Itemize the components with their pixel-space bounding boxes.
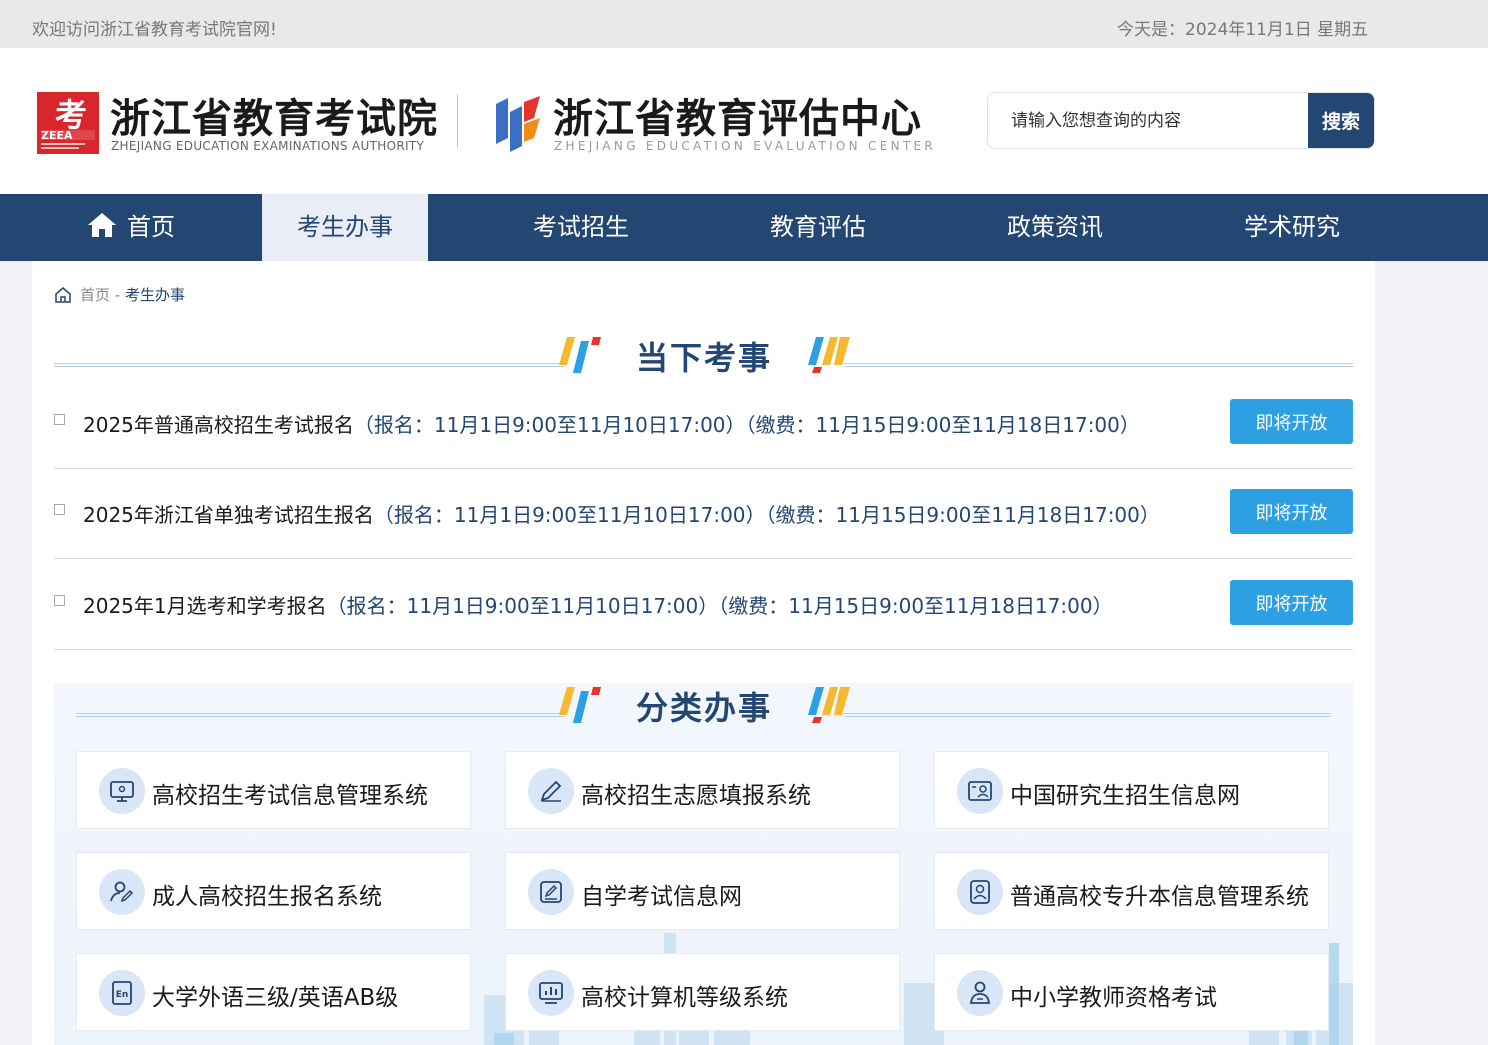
- computer-chart-icon: [528, 970, 574, 1016]
- exam-payment-period: （缴费：11月15日9:00至11月18日17:00）: [765, 503, 1160, 527]
- breadcrumb-home-link[interactable]: 首页: [80, 284, 110, 305]
- category-services: 分类办事 高校招生考试信息管理系统 高校招生志愿填报系统 中国研究生招生信息网 …: [54, 683, 1353, 1045]
- center-name-en: ZHEJIANG EDUCATION EVALUATION CENTER: [554, 139, 937, 153]
- search-button[interactable]: 搜索: [1308, 93, 1374, 148]
- category-label: 高校招生考试信息管理系统: [152, 783, 428, 809]
- coming-soon-button[interactable]: 即将开放: [1230, 399, 1353, 444]
- nav-item-label: 考试招生: [533, 213, 629, 241]
- exam-payment-period: （缴费：11月15日9:00至11月18日17:00）: [718, 594, 1113, 618]
- nav-item-home[interactable]: 首页: [0, 194, 262, 261]
- welcome-text: 欢迎访问浙江省教育考试院官网!: [32, 20, 277, 40]
- nav-item-academic-research[interactable]: 学术研究: [1174, 194, 1410, 261]
- category-card[interactable]: 高校招生考试信息管理系统: [76, 751, 471, 829]
- header-rule: [76, 713, 564, 717]
- user-edit-icon: [99, 869, 145, 915]
- authority-name-en: ZHEJIANG EDUCATION EXAMINATIONS AUTHORIT…: [111, 139, 425, 153]
- exam-text[interactable]: 2025年浙江省单独考试招生报名（报名：11月1日9:00至11月10日17:0…: [83, 499, 1160, 528]
- category-label: 成人高校招生报名系统: [152, 884, 382, 910]
- coming-soon-button[interactable]: 即将开放: [1230, 580, 1353, 625]
- exam-item: 2025年普通高校招生考试报名（报名：11月1日9:00至11月10日17:00…: [54, 379, 1353, 469]
- nav-item-policy-news[interactable]: 政策资讯: [936, 194, 1174, 261]
- svg-text:En: En: [116, 990, 129, 1000]
- search-box: 搜索: [987, 92, 1375, 149]
- current-date: 今天是：2024年11月1日 星期五: [1117, 20, 1369, 40]
- student-card-icon: [957, 768, 1003, 814]
- breadcrumb-current: 考生办事: [124, 286, 185, 304]
- bullet-square-icon: [54, 595, 65, 606]
- category-label: 高校招生志愿填报系统: [581, 783, 811, 809]
- category-card[interactable]: En 大学外语三级/英语AB级: [76, 953, 471, 1031]
- nav-item-label: 政策资讯: [1007, 213, 1103, 241]
- home-icon: [88, 213, 116, 237]
- nav-item-education-evaluation[interactable]: 教育评估: [700, 194, 936, 261]
- pen-icon: [528, 768, 574, 814]
- category-card[interactable]: 自学考试信息网: [505, 852, 900, 930]
- header-rule: [844, 363, 1353, 367]
- category-card[interactable]: 中国研究生招生信息网: [934, 751, 1329, 829]
- category-label: 中小学教师资格考试: [1010, 985, 1217, 1011]
- category-card[interactable]: 成人高校招生报名系统: [76, 852, 471, 930]
- category-card[interactable]: 高校计算机等级系统: [505, 953, 900, 1031]
- logo1-mark-abbr: ZEEA: [41, 129, 73, 142]
- id-badge-icon: [957, 869, 1003, 915]
- top-bar: 欢迎访问浙江省教育考试院官网! 今天是：2024年11月1日 星期五: [0, 0, 1488, 48]
- header-rule: [844, 713, 1331, 717]
- category-card[interactable]: 高校招生志愿填报系统: [505, 751, 900, 829]
- monitor-icon: [99, 768, 145, 814]
- exam-text[interactable]: 2025年普通高校招生考试报名（报名：11月1日9:00至11月10日17:00…: [83, 409, 1140, 438]
- stripes-decor-icon: [808, 337, 850, 373]
- site-header: 考 ZEEA 浙江省教育考试院 ZHEJIANG EDUCATION EXAMI…: [0, 48, 1488, 194]
- header-rule: [54, 363, 564, 367]
- exam-name: 2025年浙江省单独考试招生报名: [83, 503, 374, 527]
- main-nav: 首页 考生办事 考试招生 教育评估 政策资讯 学术研究: [0, 194, 1488, 261]
- zeea-logo-icon[interactable]: 考 ZEEA: [37, 92, 99, 154]
- center-name-cn[interactable]: 浙江省教育评估中心: [553, 86, 922, 144]
- nav-item-label: 学术研究: [1244, 213, 1340, 241]
- exam-name: 2025年1月选考和学考报名: [83, 594, 327, 618]
- section-title: 分类办事: [635, 689, 772, 727]
- category-label: 大学外语三级/英语AB级: [152, 985, 399, 1011]
- exam-register-period: （报名：11月1日9:00至11月10日17:00）: [373, 503, 766, 527]
- exam-text[interactable]: 2025年1月选考和学考报名（报名：11月1日9:00至11月10日17:00）…: [83, 590, 1113, 619]
- category-label: 中国研究生招生信息网: [1010, 783, 1240, 809]
- exam-register-period: （报名：11月1日9:00至11月10日17:00）: [326, 594, 719, 618]
- nav-item-label: 考生办事: [297, 213, 393, 241]
- bullet-square-icon: [54, 414, 65, 425]
- home-outline-icon: [55, 286, 71, 303]
- coming-soon-button[interactable]: 即将开放: [1230, 489, 1353, 534]
- bullet-square-icon: [54, 504, 65, 515]
- breadcrumb-separator: -: [110, 285, 125, 304]
- category-label: 普通高校专升本信息管理系统: [1010, 884, 1309, 910]
- logo-divider: [457, 94, 458, 148]
- english-doc-icon: En: [99, 970, 145, 1016]
- evaluation-center-logo-icon[interactable]: [494, 94, 542, 154]
- category-card[interactable]: 中小学教师资格考试: [934, 953, 1329, 1031]
- nav-item-candidate-services[interactable]: 考生办事: [262, 194, 428, 261]
- category-label: 高校计算机等级系统: [581, 985, 788, 1011]
- category-header: 分类办事: [76, 683, 1331, 733]
- nav-item-exams-admissions[interactable]: 考试招生: [462, 194, 700, 261]
- exam-name: 2025年普通高校招生考试报名: [83, 413, 354, 437]
- stripes-decor-icon: [559, 337, 601, 373]
- nav-item-label: 教育评估: [770, 213, 866, 241]
- category-card[interactable]: 普通高校专升本信息管理系统: [934, 852, 1329, 930]
- nav-item-label: 首页: [127, 213, 175, 241]
- section-title: 当下考事: [635, 339, 772, 377]
- stripes-decor-icon: [808, 687, 850, 723]
- content-panel: 首页 - 考生办事 当下考事 2025年普通高校招生考试报名（报名：11月1日9…: [32, 261, 1375, 1045]
- teacher-icon: [957, 970, 1003, 1016]
- breadcrumb: 首页 - 考生办事: [54, 284, 185, 305]
- authority-name-cn[interactable]: 浙江省教育考试院: [110, 86, 438, 144]
- current-exams-header: 当下考事: [54, 333, 1353, 383]
- exam-payment-period: （缴费：11月15日9:00至11月18日17:00）: [745, 413, 1140, 437]
- exam-register-period: （报名：11月1日9:00至11月10日17:00）: [353, 413, 746, 437]
- exam-item: 2025年浙江省单独考试招生报名（报名：11月1日9:00至11月10日17:0…: [54, 469, 1353, 559]
- edit-doc-icon: [528, 869, 574, 915]
- exam-item: 2025年1月选考和学考报名（报名：11月1日9:00至11月10日17:00）…: [54, 560, 1353, 650]
- category-label: 自学考试信息网: [581, 884, 742, 910]
- search-input[interactable]: [989, 94, 1307, 147]
- stripes-decor-icon: [559, 687, 601, 723]
